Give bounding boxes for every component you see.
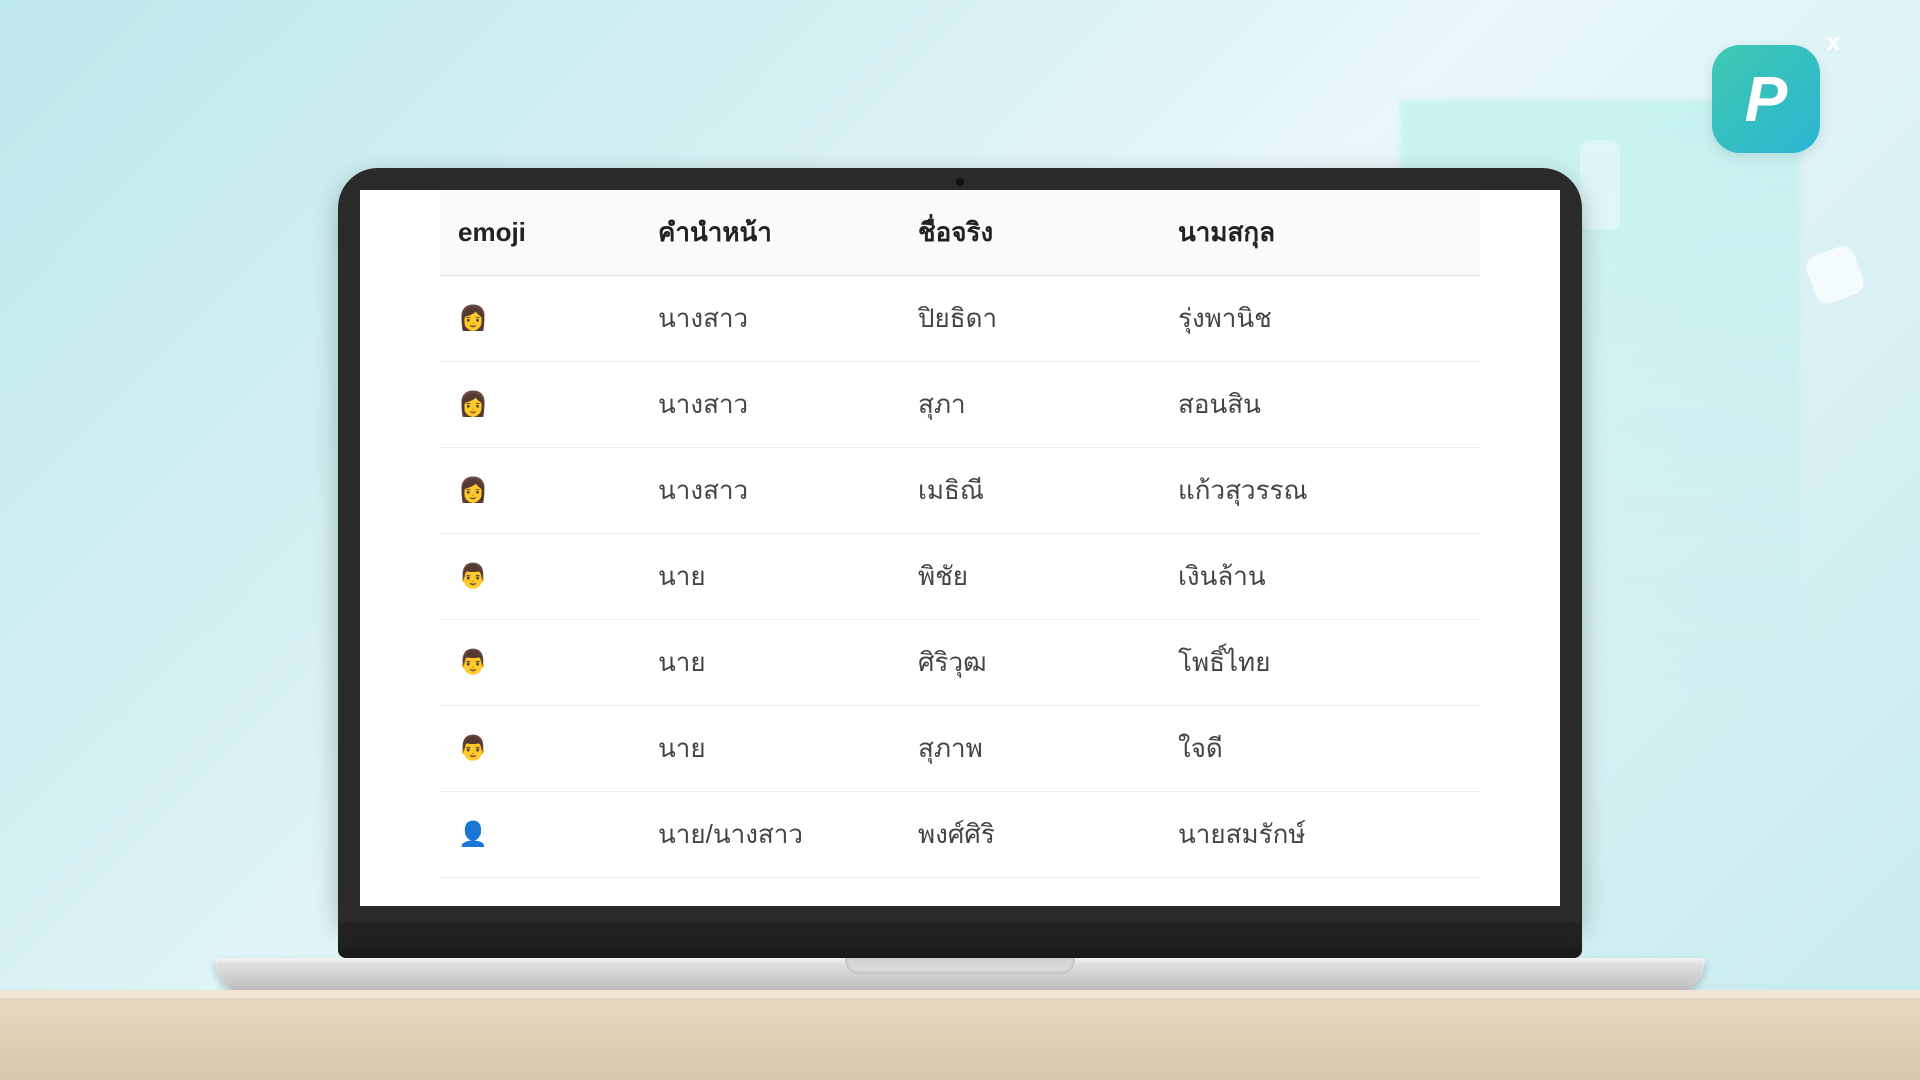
cell-emoji: 👨 [440, 534, 640, 620]
table-row: 👤นาย/นางสาวพงศ์ศิรินายสมรักษ์ [440, 792, 1480, 878]
table-row: 👨นายสุภาพใจดี [440, 706, 1480, 792]
cell-emoji: 👩 [440, 362, 640, 448]
brand-logo: P x [1712, 45, 1820, 153]
cell-prefix: นาย [640, 534, 900, 620]
cell-last-name: เงินล้าน [1160, 534, 1480, 620]
header-emoji: emoji [440, 190, 640, 276]
cell-last-name: รักสงบ [1160, 878, 1480, 907]
table-body: 👩นางสาวปิยธิดารุ่งพานิช👩นางสาวสุภาสอนสิน… [440, 276, 1480, 907]
cell-prefix: นาย/นางสาว [640, 878, 900, 907]
laptop-mockup: emoji คำนำหน้า ชื่อจริง นามสกุล 👩นางสาวป… [215, 168, 1705, 998]
cell-emoji: 👩 [440, 276, 640, 362]
table-row: 👨นายศิริวุฒโพธิ์ไทย [440, 620, 1480, 706]
cell-first-name: พงศ์ศิริ [900, 792, 1160, 878]
table-row: 👩นางสาวสุภาสอนสิน [440, 362, 1480, 448]
cell-prefix: นางสาว [640, 362, 900, 448]
desk-surface [0, 990, 1920, 1080]
header-first-name: ชื่อจริง [900, 190, 1160, 276]
laptop-camera-icon [956, 178, 964, 186]
brand-logo-superscript: x [1827, 29, 1840, 57]
header-prefix: คำนำหน้า [640, 190, 900, 276]
people-table: emoji คำนำหน้า ชื่อจริง นามสกุล 👩นางสาวป… [440, 190, 1480, 906]
cell-emoji: 👨 [440, 620, 640, 706]
cell-prefix: นางสาว [640, 276, 900, 362]
cell-prefix: นางสาว [640, 448, 900, 534]
cell-prefix: นาย/นางสาว [640, 792, 900, 878]
cell-last-name: ใจดี [1160, 706, 1480, 792]
cell-emoji: 👨 [440, 706, 640, 792]
table-row: 👤นาย/นางสาวพิมพ์ภารักสงบ [440, 878, 1480, 907]
cell-first-name: พิชัย [900, 534, 1160, 620]
laptop-screen-bezel: emoji คำนำหน้า ชื่อจริง นามสกุล 👩นางสาวป… [338, 168, 1582, 922]
table-header: emoji คำนำหน้า ชื่อจริง นามสกุล [440, 190, 1480, 276]
table-row: 👩นางสาวปิยธิดารุ่งพานิช [440, 276, 1480, 362]
cell-first-name: สุภาพ [900, 706, 1160, 792]
laptop-trackpad-notch [845, 958, 1075, 974]
cell-emoji: 👤 [440, 792, 640, 878]
cell-first-name: ปิยธิดา [900, 276, 1160, 362]
cell-first-name: สุภา [900, 362, 1160, 448]
cell-first-name: เมธิณี [900, 448, 1160, 534]
table-row: 👨นายพิชัยเงินล้าน [440, 534, 1480, 620]
cell-prefix: นาย [640, 706, 900, 792]
cell-last-name: นายสมรักษ์ [1160, 792, 1480, 878]
cell-first-name: พิมพ์ภา [900, 878, 1160, 907]
cell-last-name: โพธิ์ไทย [1160, 620, 1480, 706]
brand-logo-letter: P [1745, 62, 1788, 136]
cell-first-name: ศิริวุฒ [900, 620, 1160, 706]
cell-last-name: สอนสิน [1160, 362, 1480, 448]
laptop-hinge [338, 922, 1582, 958]
table-row: 👩นางสาวเมธิณีแก้วสุวรรณ [440, 448, 1480, 534]
cell-last-name: แก้วสุวรรณ [1160, 448, 1480, 534]
laptop-display-area: emoji คำนำหน้า ชื่อจริง นามสกุล 👩นางสาวป… [360, 190, 1560, 906]
cell-emoji: 👩 [440, 448, 640, 534]
cell-last-name: รุ่งพานิช [1160, 276, 1480, 362]
cell-prefix: นาย [640, 620, 900, 706]
cell-emoji: 👤 [440, 878, 640, 907]
bg-decor-diamond [1803, 243, 1867, 307]
header-last-name: นามสกุล [1160, 190, 1480, 276]
